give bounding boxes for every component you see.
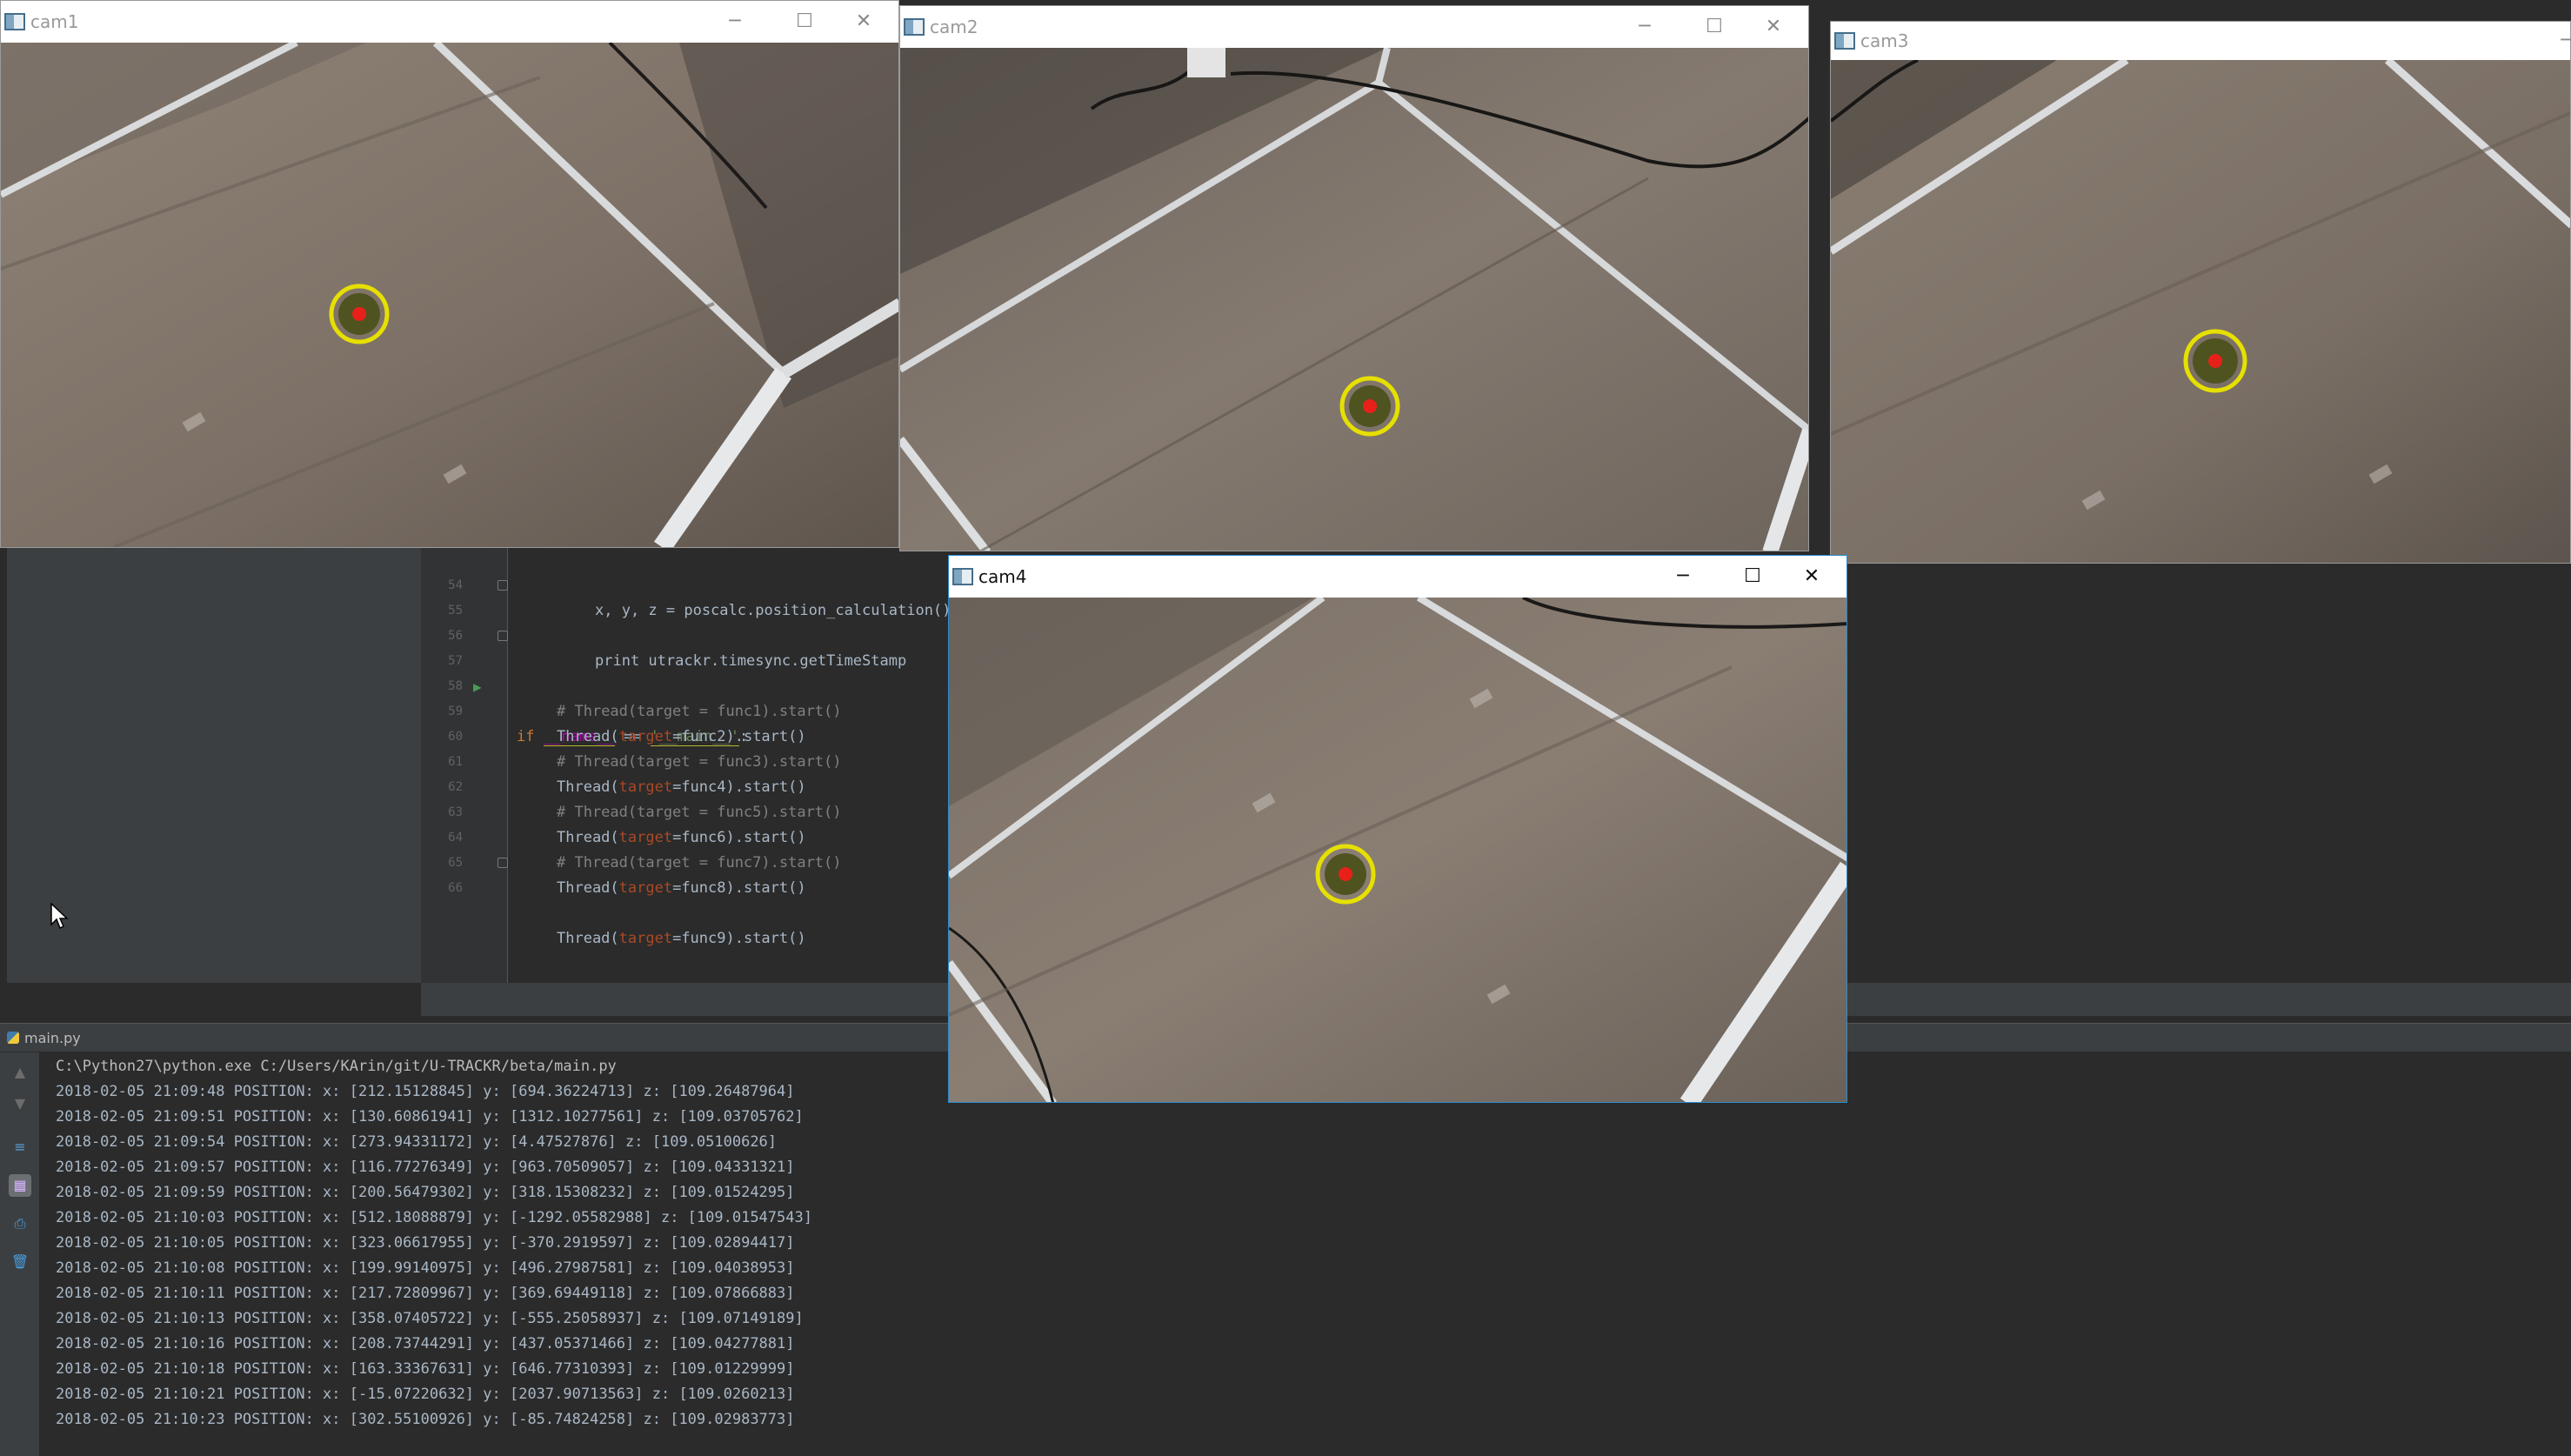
window-title: cam2 (930, 17, 978, 37)
run-tab-main-py[interactable]: main.py (3, 1026, 93, 1051)
console-log-line: 2018-02-05 21:09:57 POSITION: x: [116.77… (56, 1159, 795, 1176)
minimize-button[interactable]: ─ (1620, 6, 1669, 48)
python-file-icon (7, 1032, 19, 1044)
minimize-button[interactable]: ─ (2542, 22, 2571, 60)
scroll-to-end-icon[interactable]: ▦ (9, 1174, 31, 1197)
run-console[interactable]: C:\Python27\python.exe C:/Users/KArin/gi… (40, 1052, 2571, 1456)
window-title: cam4 (978, 566, 1027, 587)
console-log-line: 2018-02-05 21:10:16 POSITION: x: [208.73… (56, 1335, 795, 1352)
fold-icon[interactable] (498, 631, 508, 641)
mouse-cursor-icon (50, 903, 69, 930)
titlebar-cam4[interactable]: cam4 ─ ☐ ✕ (949, 556, 1846, 598)
window-cam4[interactable]: cam4 ─ ☐ ✕ (948, 555, 1847, 1103)
titlebar-cam1[interactable]: cam1 ─ ☐ ✕ (1, 1, 898, 43)
console-log-line: 2018-02-05 21:10:08 POSITION: x: [199.99… (56, 1259, 795, 1277)
minimize-button[interactable]: ─ (1659, 556, 1707, 598)
call-name: Thread( (557, 930, 619, 947)
print-icon[interactable]: ⎙ (9, 1212, 31, 1235)
window-cam2[interactable]: cam2 ─ ☐ ✕ (899, 5, 1809, 551)
close-button[interactable]: ✕ (839, 1, 888, 43)
call-rest: =func9).start() (672, 930, 806, 947)
console-log-line: 2018-02-05 21:09:48 POSITION: x: [212.15… (56, 1083, 795, 1100)
run-tab-label: main.py (24, 1030, 81, 1046)
console-log-line: 2018-02-05 21:09:51 POSITION: x: [130.60… (56, 1108, 804, 1125)
console-log-line: 2018-02-05 21:10:13 POSITION: x: [358.07… (56, 1310, 804, 1327)
code-text: Thread(target=func9).start() (557, 926, 806, 952)
maximize-button[interactable]: ☐ (1690, 6, 1739, 48)
console-log-line: 2018-02-05 21:10:21 POSITION: x: [-15.07… (56, 1386, 795, 1403)
fold-icon[interactable] (498, 858, 508, 868)
maximize-button[interactable]: ☐ (780, 1, 829, 43)
console-log-line: 2018-02-05 21:10:23 POSITION: x: [302.55… (56, 1411, 795, 1428)
kwarg: target (618, 930, 673, 947)
console-log-line: 2018-02-05 21:09:59 POSITION: x: [200.56… (56, 1184, 795, 1201)
console-command-line: C:\Python27\python.exe C:/Users/KArin/gi… (56, 1058, 617, 1075)
scroll-down-icon[interactable]: ▼ (9, 1092, 31, 1115)
call-rest: =func8).start() (672, 879, 806, 897)
close-button[interactable]: ✕ (1787, 556, 1836, 598)
fold-icon[interactable] (498, 580, 508, 591)
camera-feed-cam4 (949, 598, 1846, 1102)
kwarg: target (618, 879, 673, 897)
console-log-line: 2018-02-05 21:10:18 POSITION: x: [163.33… (56, 1360, 795, 1378)
opencv-window-icon (904, 18, 925, 36)
rerun-icon[interactable]: ▲ (9, 1061, 31, 1084)
window-title: cam1 (30, 11, 79, 32)
maximize-button[interactable]: ☐ (1728, 556, 1777, 598)
camera-feed-cam2 (900, 48, 1808, 551)
window-cam1[interactable]: cam1 ─ ☐ ✕ (0, 0, 899, 548)
run-toolbar: ▲ ▼ ≡ ▦ ⎙ 🗑 (0, 1052, 40, 1456)
console-log-line: 2018-02-05 21:10:11 POSITION: x: [217.72… (56, 1285, 795, 1302)
console-log-line: 2018-02-05 21:09:54 POSITION: x: [273.94… (56, 1133, 778, 1151)
close-button[interactable]: ✕ (1749, 6, 1798, 48)
opencv-window-icon (4, 13, 25, 30)
opencv-window-icon (952, 568, 973, 585)
window-cam3[interactable]: cam3 ─ (1830, 21, 2571, 564)
clear-all-icon[interactable]: 🗑 (9, 1251, 31, 1273)
camera-feed-cam3 (1831, 60, 2570, 563)
minimize-button[interactable]: ─ (711, 1, 759, 43)
console-log-line: 2018-02-05 21:10:03 POSITION: x: [512.18… (56, 1209, 812, 1226)
call-name: Thread( (557, 879, 619, 897)
soft-wrap-icon[interactable]: ≡ (9, 1136, 31, 1159)
window-title: cam3 (1860, 30, 1909, 51)
code-text: Thread(target=func8).start() (557, 876, 806, 901)
opencv-window-icon (1834, 32, 1855, 50)
camera-feed-cam1 (1, 43, 898, 547)
console-log-line: 2018-02-05 21:10:05 POSITION: x: [323.06… (56, 1234, 795, 1252)
titlebar-cam2[interactable]: cam2 ─ ☐ ✕ (900, 6, 1808, 48)
titlebar-cam3[interactable]: cam3 ─ (1831, 22, 2571, 60)
line-number: 66 (448, 881, 463, 895)
